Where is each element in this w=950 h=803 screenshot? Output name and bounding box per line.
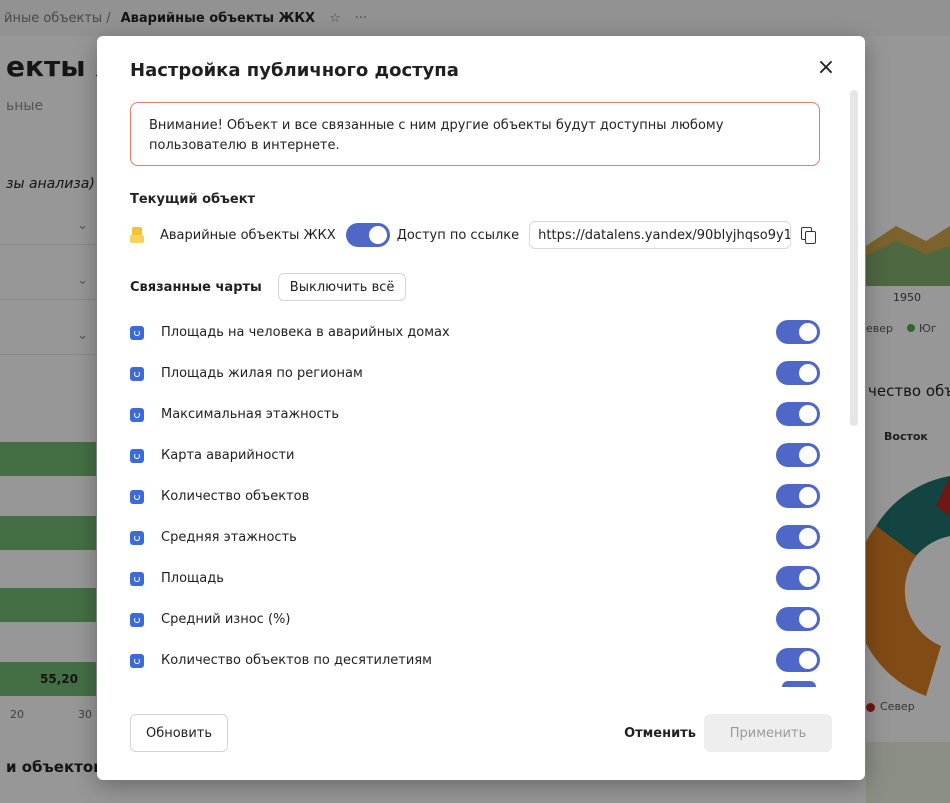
public-access-dialog: Настройка публичного доступа × Внимание!…: [97, 36, 865, 780]
disable-all-button[interactable]: Выключить всё: [277, 273, 407, 301]
current-object-heading: Текущий объект: [130, 192, 256, 207]
list-item: Площадь на человека в аварийных домах: [130, 312, 820, 353]
warning-message: Внимание! Объект и все связанные с ним д…: [130, 102, 820, 166]
chart-label: Количество объектов: [161, 489, 310, 504]
close-icon[interactable]: ×: [815, 56, 837, 80]
apply-button[interactable]: Применить: [704, 714, 832, 752]
chart-icon: [130, 653, 144, 668]
chart-icon: [130, 530, 144, 545]
chart-label: Площадь: [161, 571, 224, 586]
list-item: Площадь жилая по регионам: [130, 353, 820, 394]
scrollbar[interactable]: [850, 90, 858, 426]
chart-label: Площадь жилая по регионам: [161, 366, 363, 381]
linked-charts-list: Площадь на человека в аварийных домах Пл…: [130, 312, 820, 681]
chart-icon: [130, 489, 144, 504]
list-item: Площадь: [130, 558, 820, 599]
list-item: Средний износ (%): [130, 599, 820, 640]
chart-access-toggle[interactable]: [776, 648, 820, 672]
current-object-row: Аварийные объекты ЖКХ Доступ по ссылке h…: [130, 221, 820, 249]
dialog-footer: Обновить Отменить Применить: [130, 714, 832, 752]
chart-access-toggle[interactable]: [776, 320, 820, 344]
chart-icon: [130, 325, 144, 340]
copy-icon[interactable]: [801, 227, 817, 244]
chart-icon: [130, 448, 144, 463]
list-item: Карта аварийности: [130, 435, 820, 476]
chart-label: Площадь на человека в аварийных домах: [161, 325, 450, 340]
chart-access-toggle[interactable]: [776, 566, 820, 590]
chart-label: Карта аварийности: [161, 448, 295, 463]
list-item: Средняя этажность: [130, 517, 820, 558]
refresh-button[interactable]: Обновить: [130, 714, 228, 752]
public-access-toggle[interactable]: [345, 223, 390, 247]
chart-icon: [130, 612, 144, 627]
list-item: Количество объектов по десятилетиям: [130, 640, 820, 681]
chart-access-toggle[interactable]: [776, 484, 820, 508]
link-access-label: Доступ по ссылке: [396, 227, 520, 243]
chart-access-toggle[interactable]: [776, 361, 820, 385]
linked-charts-header: Связанные чарты Выключить всё: [130, 273, 407, 301]
cancel-button[interactable]: Отменить: [614, 714, 706, 752]
chart-icon: [130, 571, 144, 586]
chart-label: Средний износ (%): [161, 612, 291, 627]
chart-access-toggle[interactable]: [776, 402, 820, 426]
chart-label: Максимальная этажность: [161, 407, 340, 422]
dialog-title: Настройка публичного доступа: [130, 60, 459, 81]
list-item: Количество объектов: [130, 476, 820, 517]
public-url-field[interactable]: https://datalens.yandex/90blyjhqso9y1: [529, 221, 792, 249]
chart-icon: [130, 407, 144, 422]
chart-icon: [130, 366, 144, 381]
current-object-name: Аварийные объекты ЖКХ: [160, 227, 336, 243]
chart-access-toggle[interactable]: [776, 443, 820, 467]
list-item: Максимальная этажность: [130, 394, 820, 435]
linked-charts-heading: Связанные чарты: [130, 279, 262, 295]
chart-access-toggle-partial[interactable]: [782, 681, 816, 687]
dashboard-icon: [130, 227, 144, 243]
chart-label: Средняя этажность: [161, 530, 297, 545]
chart-access-toggle[interactable]: [776, 525, 820, 549]
chart-label: Количество объектов по десятилетиям: [161, 653, 432, 668]
chart-access-toggle[interactable]: [776, 607, 820, 631]
